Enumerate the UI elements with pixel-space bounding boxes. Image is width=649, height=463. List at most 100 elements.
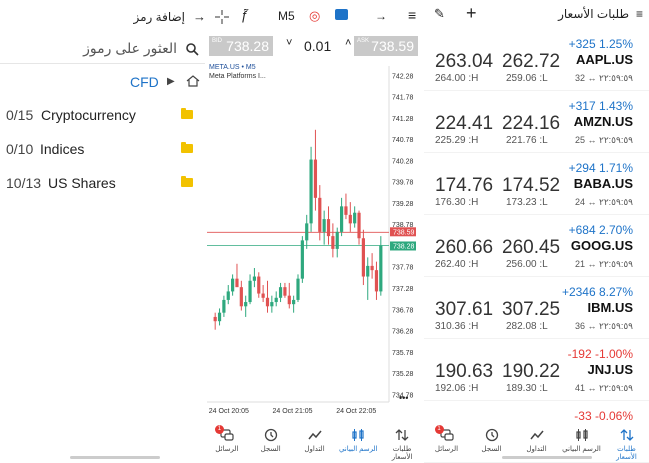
quote-row[interactable]: +2346 8.27% IBM.US 36 ↔ ٢٢:٥٩:٥٩ 307.61 … xyxy=(424,278,649,339)
nav-history[interactable]: السجل xyxy=(472,424,512,453)
lot-decrease-button[interactable]: ˅ xyxy=(286,37,292,49)
folder-row[interactable]: 0/10 Indices xyxy=(0,132,205,166)
quotes-icon xyxy=(382,428,422,442)
buy-button[interactable]: ASK 738.59 xyxy=(354,36,418,56)
quote-meta: 32 ↔ ٢٢:٥٩:٥٩ xyxy=(574,73,633,83)
x-tick-label: 24 Oct 22:05 xyxy=(336,408,376,415)
quote-ask: 224.16 xyxy=(502,113,561,134)
candle-body xyxy=(370,265,374,271)
x-tick-label: 24 Oct 21:05 xyxy=(272,408,312,415)
history-icon xyxy=(472,428,512,442)
quote-high: 225.29 :H xyxy=(435,135,479,146)
add-symbol-button[interactable]: إضافة رمز xyxy=(133,10,185,24)
nav-messages[interactable]: الرسائل 1 xyxy=(427,424,467,453)
folder-count: 0/10 xyxy=(6,141,34,157)
quote-change: +294 1.71% xyxy=(568,161,633,175)
nav-trade[interactable]: التداول xyxy=(517,424,557,453)
nav-label: التداول xyxy=(304,446,325,453)
lot-increase-button[interactable]: ˄ xyxy=(345,37,351,49)
symbol-search[interactable]: العثور على رموز xyxy=(0,34,205,64)
crosshair-icon[interactable] xyxy=(215,10,229,24)
quote-row[interactable]: +294 1.71% BABA.US 24 ↔ ٢٢:٥٩:٥٩ 174.76 … xyxy=(424,154,649,215)
indicators-icon[interactable]: ƒ̃ xyxy=(241,8,248,23)
objects-icon[interactable]: ◎ xyxy=(309,8,320,24)
nav-label: الرسم البياني xyxy=(562,446,601,453)
home-icon[interactable] xyxy=(186,75,200,87)
quote-row[interactable]: -192 -1.00% JNJ.US 41 ↔ ٢٢:٥٩:٥٩ 190.63 … xyxy=(424,340,649,401)
candlestick-chart[interactable]: 742.28 741.78 741.28 740.78 740.28 739.78 739.… xyxy=(205,62,424,424)
bottom-nav-quotes: طلبات الأسعار الرسم البياني التداول السجل ال… xyxy=(424,424,649,461)
quote-bid: 174.76 xyxy=(435,175,494,196)
folder-name: US Shares xyxy=(48,175,116,191)
quote-bid: 307.61 xyxy=(435,299,494,320)
arrow-right-icon[interactable]: → xyxy=(193,9,205,24)
search-icon xyxy=(186,43,199,56)
buy-price: 738.59 xyxy=(371,38,414,54)
quote-row[interactable]: +317 1.43% AMZN.US 25 ↔ ٢٢:٥٩:٥٩ 224.41 … xyxy=(424,92,649,153)
quote-low: 259.06 :L xyxy=(506,73,548,84)
y-tick-label: 739.78 xyxy=(392,180,414,187)
candle-body xyxy=(261,293,265,298)
quote-ask: 190.22 xyxy=(502,361,561,382)
menu-icon[interactable]: ≡ xyxy=(408,7,416,23)
trade-icon xyxy=(295,428,335,442)
unread-badge: 1 xyxy=(434,425,444,434)
y-tick-label: 741.78 xyxy=(392,95,414,102)
quote-high: 192.06 :H xyxy=(435,383,479,394)
edit-icon[interactable]: ✎ xyxy=(434,6,445,22)
y-tick-label: 735.78 xyxy=(392,350,414,357)
nav-label: السجل xyxy=(260,446,281,453)
nav-trade[interactable]: التداول xyxy=(295,424,335,453)
nav-chart[interactable]: الرسم البياني xyxy=(338,424,378,453)
nav-chart[interactable]: الرسم البياني xyxy=(562,424,602,453)
timeframe-button[interactable]: M5 xyxy=(278,9,295,23)
nav-label: التداول xyxy=(526,446,547,453)
y-tick-label: 737.78 xyxy=(392,265,414,272)
breadcrumb-cfd[interactable]: CFD xyxy=(130,74,159,90)
quote-high: 262.40 :H xyxy=(435,259,479,270)
quote-change: +317 1.43% xyxy=(568,99,633,113)
quotes-header: ✎ + طلبات الأسعار ≡ xyxy=(424,0,649,30)
candle-body xyxy=(248,280,252,303)
sell-price: 738.28 xyxy=(226,38,269,54)
nav-label: الرسائل xyxy=(434,446,459,453)
quote-change: +2346 8.27% xyxy=(561,285,633,299)
candle-body xyxy=(287,295,291,305)
folder-name: Indices xyxy=(40,141,85,157)
y-tick-label: 740.78 xyxy=(392,137,414,144)
lot-input[interactable]: 0.01 xyxy=(304,38,331,54)
sell-label: BID xyxy=(212,38,223,44)
chart-icon xyxy=(338,428,378,442)
folder-row[interactable]: 10/13 US Shares xyxy=(0,166,205,200)
candle-body xyxy=(235,278,239,288)
quote-change: +684 2.70% xyxy=(568,223,633,237)
sell-button[interactable]: BID 738.28 xyxy=(209,36,273,56)
more-icon[interactable]: ••• xyxy=(399,393,408,403)
quote-symbol: JNJ.US xyxy=(587,362,633,377)
nav-history[interactable]: السجل xyxy=(251,424,291,453)
quotes-icon xyxy=(607,428,647,442)
candle-body xyxy=(278,287,283,298)
quote-meta: 21 ↔ ٢٢:٥٩:٥٩ xyxy=(574,259,633,269)
messages-icon xyxy=(207,428,247,442)
quote-row[interactable]: +684 2.70% GOOG.US 21 ↔ ٢٢:٥٩:٥٩ 260.66 … xyxy=(424,216,649,277)
folder-row[interactable]: 0/15 Cryptocurrency xyxy=(0,98,205,132)
nav-quotes[interactable]: طلبات الأسعار xyxy=(607,424,647,461)
quote-row[interactable]: +325 1.25% AAPL.US 32 ↔ ٢٢:٥٩:٥٩ 263.04 … xyxy=(424,30,649,91)
search-input[interactable]: العثور على رموز xyxy=(83,40,177,57)
menu-icon[interactable]: ≡ xyxy=(636,7,643,21)
folder-icon xyxy=(181,108,193,119)
quote-low: 173.23 :L xyxy=(506,197,548,208)
candle-body xyxy=(313,159,318,198)
trade-window-icon[interactable] xyxy=(335,9,348,20)
nav-messages[interactable]: الرسائل 1 xyxy=(207,424,247,453)
quote-change: -33 -0.06% xyxy=(574,409,633,423)
home-indicator xyxy=(70,456,160,459)
candle-body xyxy=(292,299,296,305)
nav-quotes[interactable]: طلبات الأسعار xyxy=(382,424,422,461)
price-chart[interactable]: META.US • M5 Meta Platforms I... 742.28 7… xyxy=(205,62,424,424)
add-icon[interactable]: + xyxy=(466,3,477,24)
back-arrow-icon[interactable]: → xyxy=(375,9,387,23)
quote-low: 282.08 :L xyxy=(506,321,548,332)
nav-label: السجل xyxy=(481,446,502,453)
